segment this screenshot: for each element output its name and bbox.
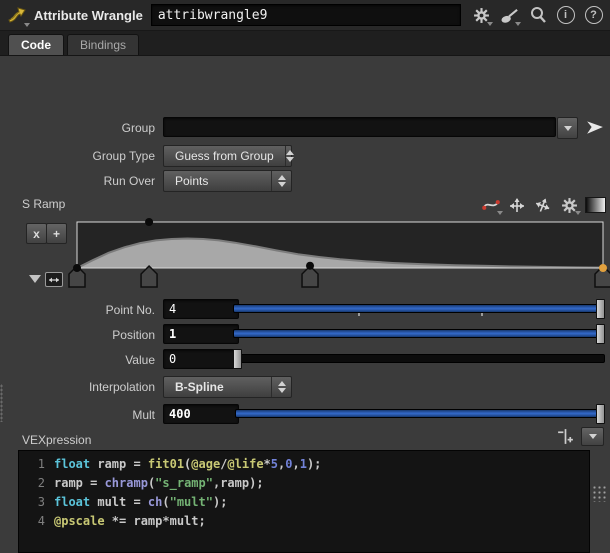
point-no-input[interactable]: 4 xyxy=(163,299,239,319)
mult-input[interactable]: 400 xyxy=(163,404,239,424)
ramp-move-horizontal-icon[interactable] xyxy=(507,195,527,215)
ramp-move-vertical-icon[interactable] xyxy=(533,195,553,215)
chevron-down-icon xyxy=(515,21,521,26)
spinner-icon xyxy=(271,171,291,191)
search-icon[interactable] xyxy=(527,5,548,26)
slider-track xyxy=(233,354,605,363)
slider-track xyxy=(233,329,605,338)
node-type-label: Attribute Wrangle xyxy=(34,7,143,23)
chevron-down-icon xyxy=(575,211,581,215)
slider-handle[interactable] xyxy=(233,349,242,369)
spinner-icon xyxy=(284,146,294,166)
group-type-value: Guess from Group xyxy=(175,149,274,163)
point-no-slider[interactable] xyxy=(233,299,605,319)
slider-handle[interactable] xyxy=(596,299,605,319)
ramp-handle-toggle-icon[interactable] xyxy=(45,272,63,287)
parameter-pane-header: Attribute Wrangle attribwrangle9 i ? xyxy=(0,0,610,31)
chevron-down-icon xyxy=(24,23,30,27)
ramp-gradient-preview[interactable] xyxy=(585,197,606,213)
mult-slider[interactable] xyxy=(235,404,605,424)
tab-code[interactable]: Code xyxy=(8,34,64,55)
group-label: Group xyxy=(121,121,155,135)
position-input[interactable]: 1 xyxy=(163,324,239,344)
slider-track xyxy=(233,304,605,313)
chevron-down-icon xyxy=(487,21,493,26)
run-over-label: Run Over xyxy=(103,174,155,188)
vexpression-label: VEXpression xyxy=(22,433,92,447)
group-select-arrow-icon[interactable] xyxy=(586,117,604,137)
ramp-add-point-button[interactable]: + xyxy=(46,223,67,244)
slider-handle[interactable] xyxy=(596,324,605,344)
vexpression-code-editor[interactable]: 1 float ramp = fit01(@age / @life * 5, 0, 1); 2 r… xyxy=(18,450,590,553)
ramp-editor[interactable] xyxy=(67,218,610,291)
code-line: 4 @pscale *= ramp*mult; xyxy=(37,514,206,528)
ramp-collapse-triangle-icon[interactable] xyxy=(29,275,41,283)
point-no-label: Point No. xyxy=(105,303,155,317)
ramp-section-label: S Ramp xyxy=(22,197,66,211)
node-name-input[interactable]: attribwrangle9 xyxy=(150,4,461,26)
chevron-down-icon xyxy=(588,434,597,439)
brush-icon[interactable] xyxy=(499,5,521,26)
slider-handle[interactable] xyxy=(596,404,605,424)
mult-label: Mult xyxy=(132,408,155,422)
interpolation-value: B-Spline xyxy=(175,380,224,394)
spinner-icon xyxy=(271,377,291,397)
tab-bindings[interactable]: Bindings xyxy=(67,34,140,55)
group-type-label: Group Type xyxy=(92,149,155,163)
gear-menu-icon[interactable] xyxy=(471,5,493,26)
group-dropdown-button[interactable] xyxy=(557,117,578,139)
header-toolbar: i ? xyxy=(471,5,604,26)
position-slider[interactable] xyxy=(233,324,605,344)
pane-resize-grip[interactable] xyxy=(0,384,3,422)
code-line: 1 float ramp = fit01(@age / @life * 5, 0, 1); xyxy=(37,457,322,471)
editor-resize-handle[interactable] xyxy=(592,485,606,502)
run-over-dropdown[interactable]: Points xyxy=(163,170,292,192)
attribwrangle-node-icon[interactable] xyxy=(6,4,30,27)
code-line: 3 float mult = ch("mult"); xyxy=(37,495,228,509)
interpolation-label: Interpolation xyxy=(88,380,155,394)
code-line: 2 ramp = chramp("s_ramp" ,ramp); xyxy=(37,476,264,490)
chevron-down-icon xyxy=(563,125,572,131)
value-input[interactable]: 0 xyxy=(163,349,239,369)
parameter-area: Group Group Type Guess from Group Run Ov… xyxy=(0,56,610,553)
value-label: Value xyxy=(125,353,155,367)
group-input[interactable] xyxy=(163,117,556,137)
node-name-value: attribwrangle9 xyxy=(157,7,268,23)
ramp-gear-icon[interactable] xyxy=(559,195,581,215)
ramp-spline-edit-icon[interactable] xyxy=(481,195,503,215)
group-type-dropdown[interactable]: Guess from Group xyxy=(163,145,294,167)
vexpression-menu-button[interactable] xyxy=(581,427,604,446)
interpolation-dropdown[interactable]: B-Spline xyxy=(163,376,292,398)
tab-strip: Code Bindings xyxy=(0,31,610,56)
run-over-value: Points xyxy=(175,174,209,188)
help-icon[interactable]: ? xyxy=(583,5,604,26)
editor-expand-icon[interactable] xyxy=(556,427,575,446)
code-lines: 1 float ramp = fit01(@age / @life * 5, 0, 1); 2 r… xyxy=(19,455,589,531)
ramp-toolbar xyxy=(481,195,606,215)
position-label: Position xyxy=(112,328,155,342)
slider-track xyxy=(235,409,605,418)
chevron-down-icon xyxy=(497,211,503,215)
value-slider[interactable] xyxy=(233,349,605,369)
info-icon[interactable]: i xyxy=(555,5,576,26)
ramp-remove-point-button[interactable]: x xyxy=(26,223,47,244)
